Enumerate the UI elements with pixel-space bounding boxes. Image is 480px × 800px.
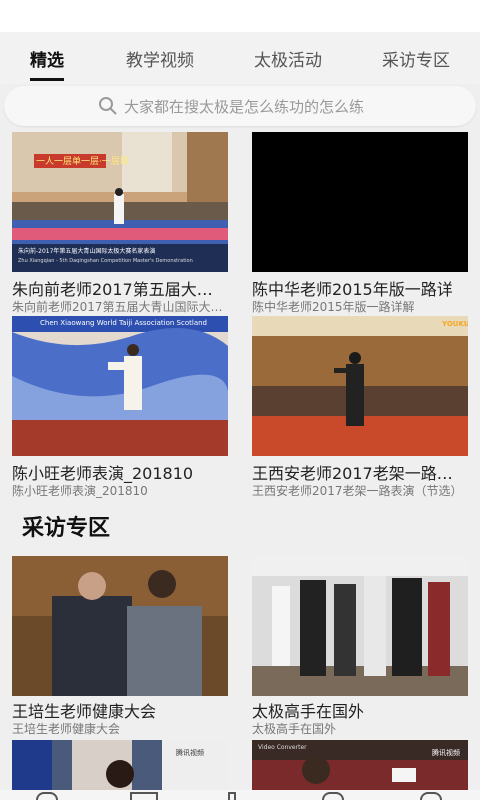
thumbnail-caption: YOUKU <box>442 320 468 328</box>
video-card[interactable]: YOUKU 王西安老师2017老架一路… 王西安老师2017老架一路表演（节选） <box>252 316 468 498</box>
video-thumbnail[interactable]: Video Converter 腾讯视频 <box>252 740 468 790</box>
discover-icon[interactable] <box>228 792 236 800</box>
video-icon[interactable] <box>130 792 158 800</box>
video-platform-badge: 腾讯视频 <box>176 749 204 757</box>
search-bar[interactable]: 大家都在搜太极是怎么练功的怎么练 <box>4 86 476 126</box>
video-thumbnail[interactable]: Chen Xiaowang World Taiji Association Sc… <box>12 316 228 456</box>
search-placeholder: 大家都在搜太极是怎么练功的怎么练 <box>124 98 365 116</box>
video-card[interactable]: 腾讯视频 <box>12 740 228 790</box>
video-title[interactable]: 太极高手在国外 <box>252 698 468 722</box>
video-card[interactable]: 一人一层单一层·一层城 朱向前-2017年第五届大青山国际太极大赛名家表演 Zh… <box>12 132 228 314</box>
thumbnail-caption-en: Zhu Xiangqian - 5th Daqingshan Competiti… <box>18 258 193 264</box>
status-bar <box>0 0 480 32</box>
video-card[interactable]: Chen Xiaowang World Taiji Association Sc… <box>12 316 228 498</box>
video-card[interactable]: 陈中华老师2015年版一路详 陈中华老师2015年版一路详解 <box>252 132 468 314</box>
tab-teaching-videos[interactable]: 教学视频 <box>126 46 194 71</box>
tab-taiji-events[interactable]: 太极活动 <box>254 46 322 71</box>
video-thumbnail[interactable]: 一人一层单一层·一层城 朱向前-2017年第五届大青山国际太极大赛名家表演 Zh… <box>12 132 228 272</box>
thumbnail-caption: Chen Xiaowang World Taiji Association Sc… <box>40 319 207 327</box>
video-subtitle: 朱向前老师2017第五届大青山国际大… <box>12 300 223 314</box>
message-icon[interactable] <box>322 792 344 800</box>
search-icon <box>99 97 117 115</box>
video-card[interactable]: 太极高手在国外 太极高手在国外 <box>252 556 468 736</box>
video-thumbnail[interactable] <box>252 556 468 696</box>
video-thumbnail[interactable] <box>12 556 228 696</box>
profile-icon[interactable] <box>420 792 442 800</box>
video-title[interactable]: 陈中华老师2015年版一路详 <box>252 276 468 300</box>
tab-featured[interactable]: 精选 <box>30 46 64 71</box>
video-subtitle: 太极高手在国外 <box>252 722 337 736</box>
video-subtitle: 王西安老师2017老架一路表演（节选） <box>252 484 463 498</box>
video-card[interactable]: 王培生老师健康大会 王培生老师健康大会 <box>12 556 228 736</box>
video-thumbnail[interactable]: 腾讯视频 <box>12 740 228 790</box>
video-subtitle: 王培生老师健康大会 <box>12 722 121 736</box>
bottom-navigation-bar <box>0 790 480 800</box>
video-title[interactable]: 王西安老师2017老架一路… <box>252 460 468 484</box>
video-subtitle: 陈中华老师2015年版一路详解 <box>252 300 415 314</box>
video-converter-overlay: Video Converter <box>258 744 307 751</box>
tab-interviews[interactable]: 采访专区 <box>382 46 450 71</box>
thumbnail-caption: 朱向前-2017年第五届大青山国际太极大赛名家表演 <box>18 248 156 255</box>
category-tabs: 精选 教学视频 太极活动 采访专区 <box>0 32 480 84</box>
video-title[interactable]: 陈小旺老师表演_201810 <box>12 460 228 484</box>
active-tab-indicator <box>30 78 64 81</box>
video-thumbnail[interactable]: YOUKU <box>252 316 468 456</box>
video-card[interactable]: Video Converter 腾讯视频 <box>252 740 468 790</box>
video-platform-badge: 腾讯视频 <box>432 749 460 757</box>
video-subtitle: 陈小旺老师表演_201810 <box>12 484 148 498</box>
section-title-interviews: 采访专区 <box>22 516 111 541</box>
video-title[interactable]: 王培生老师健康大会 <box>12 698 228 722</box>
home-icon[interactable] <box>36 792 58 800</box>
video-title[interactable]: 朱向前老师2017第五届大… <box>12 276 228 300</box>
video-thumbnail[interactable] <box>252 132 468 272</box>
thumbnail-banner-text: 一人一层单一层·一层城 <box>36 157 129 167</box>
